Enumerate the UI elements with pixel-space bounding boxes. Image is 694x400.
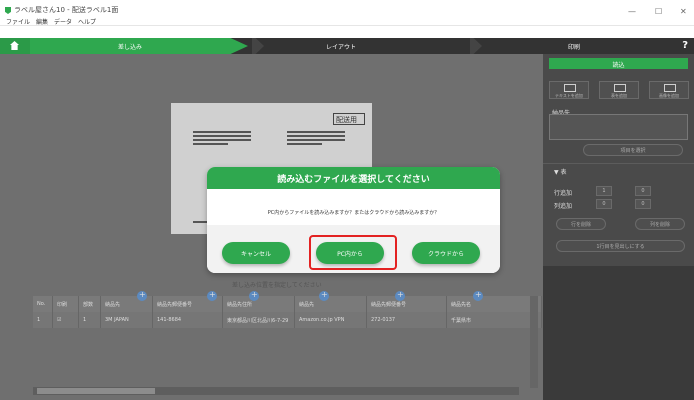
table-row[interactable]: 1 ☑ 1 3M JAPAN 141-8684 東京都品川区北品川6-7-29 … [33, 312, 542, 328]
add-column-icon[interactable] [395, 290, 405, 301]
print-checkbox[interactable]: ☑ [53, 312, 79, 328]
step-bar: 差し込み レイアウト 印刷 ? [0, 38, 694, 54]
table-header: No. [33, 296, 53, 312]
table-header[interactable]: 納品先郵便番号 [153, 290, 223, 312]
app-logo-icon [5, 7, 11, 14]
preview-title: 配送用 [336, 116, 357, 124]
add-image-button[interactable]: 画像を追加 [649, 81, 689, 99]
dialog-message: PC内からファイルを読み込みますか？またはクラウドから読み込みますか？ [267, 210, 440, 216]
window-title: ラベル屋さん10 - 配送ラベル1面 [14, 6, 119, 14]
step-merge[interactable]: 差し込み [30, 38, 248, 54]
menu-help[interactable]: ヘルプ [78, 17, 96, 26]
menu-file[interactable]: ファイル [6, 17, 30, 26]
step-separator [470, 38, 482, 54]
home-icon [10, 41, 19, 50]
table-section-toggle[interactable]: ▼ 表 [554, 167, 567, 176]
row-count-field[interactable]: 0 [635, 186, 651, 196]
table-cell: 3M JAPAN [101, 312, 153, 328]
home-button[interactable] [0, 38, 30, 54]
minimize-button[interactable]: — [628, 7, 636, 16]
load-button[interactable]: 読込 [549, 58, 688, 69]
table-cell: 1 [79, 312, 101, 328]
table-cell: 1 [33, 312, 53, 328]
item-textarea[interactable] [549, 114, 688, 140]
merge-hint-text: 差し込み位置を指定してください [232, 282, 322, 289]
add-column-icon[interactable] [207, 290, 217, 301]
dialog-title: 読み込むファイルを選択してください [277, 175, 430, 185]
right-panel: 読込 テキストを追加 表を追加 画像を追加 納品先 項目を選択 ▼ 表 行追加 … [543, 54, 694, 400]
close-button[interactable]: ✕ [680, 7, 687, 16]
step-print[interactable]: 印刷 [568, 42, 580, 51]
add-column-icon[interactable] [319, 290, 329, 301]
table-cell: 141-8684 [153, 312, 223, 328]
scroll-thumb[interactable] [37, 388, 155, 394]
table-header: 部数 [79, 296, 101, 312]
add-table-button[interactable]: 表を追加 [599, 81, 639, 99]
row-count-field[interactable]: 1 [596, 186, 612, 196]
column-add-label: 列追加 [554, 203, 573, 210]
preview-field-block [193, 131, 251, 155]
menu-data[interactable]: データ [54, 17, 72, 26]
horizontal-scrollbar[interactable] [33, 387, 519, 395]
add-column-icon[interactable] [137, 290, 147, 301]
table-header[interactable]: 納品先郵便番号 [367, 290, 447, 312]
table-header[interactable]: 納品先 [295, 290, 367, 312]
delete-column-button[interactable]: 列を削除 [635, 218, 685, 230]
table-cell: Amazon.co.jp VPN [295, 312, 367, 328]
menu-bar: ファイル 編集 データ ヘルプ [6, 17, 96, 26]
table-header[interactable]: 納品先 [101, 290, 153, 312]
table-header[interactable]: 納品先名 [447, 290, 542, 312]
table-cell: 千葉県市 [447, 312, 542, 328]
maximize-button[interactable]: ☐ [655, 7, 662, 16]
column-count-field[interactable]: 0 [596, 199, 612, 209]
preview-field-block [287, 131, 345, 155]
from-cloud-button[interactable]: クラウドから [412, 242, 480, 264]
table-header[interactable]: 納品先住所 [223, 290, 295, 312]
data-table: No. 印刷 部数 納品先 納品先郵便番号 納品先住所 納品先 納品先郵便番号 … [33, 290, 542, 328]
table-cell: 東京都品川区北品川6-7-29 [223, 312, 295, 328]
image-icon [664, 84, 676, 92]
step-separator [252, 38, 264, 54]
cancel-button[interactable]: キャンセル [222, 242, 290, 264]
table-cell: 272-0137 [367, 312, 447, 328]
dialog-header: 読み込むファイルを選択してください [207, 167, 500, 189]
panel-divider [543, 163, 694, 164]
add-column-icon[interactable] [249, 290, 259, 301]
column-count-field[interactable]: 0 [635, 199, 651, 209]
header-row-button[interactable]: 1行目を見出しにする [556, 240, 685, 252]
edit-icon [564, 84, 576, 92]
menu-edit[interactable]: 編集 [36, 17, 48, 26]
row-add-label: 行追加 [554, 190, 573, 197]
add-text-button[interactable]: テキストを追加 [549, 81, 589, 99]
help-icon[interactable]: ? [682, 40, 688, 51]
step-merge-label: 差し込み [118, 44, 143, 51]
table-icon [614, 84, 626, 92]
delete-row-button[interactable]: 行を削除 [556, 218, 606, 230]
step-layout[interactable]: レイアウト [326, 42, 356, 51]
vertical-scrollbar[interactable] [530, 296, 538, 388]
add-column-icon[interactable] [473, 290, 483, 301]
table-header: 印刷 [53, 296, 79, 312]
title-bar: ラベル屋さん10 - 配送ラベル1面 — ☐ ✕ ファイル 編集 データ ヘルプ [0, 0, 694, 26]
highlight-box [309, 235, 397, 270]
table-header-row: No. 印刷 部数 納品先 納品先郵便番号 納品先住所 納品先 納品先郵便番号 … [33, 290, 542, 312]
select-item-button[interactable]: 項目を選択 [583, 144, 683, 156]
